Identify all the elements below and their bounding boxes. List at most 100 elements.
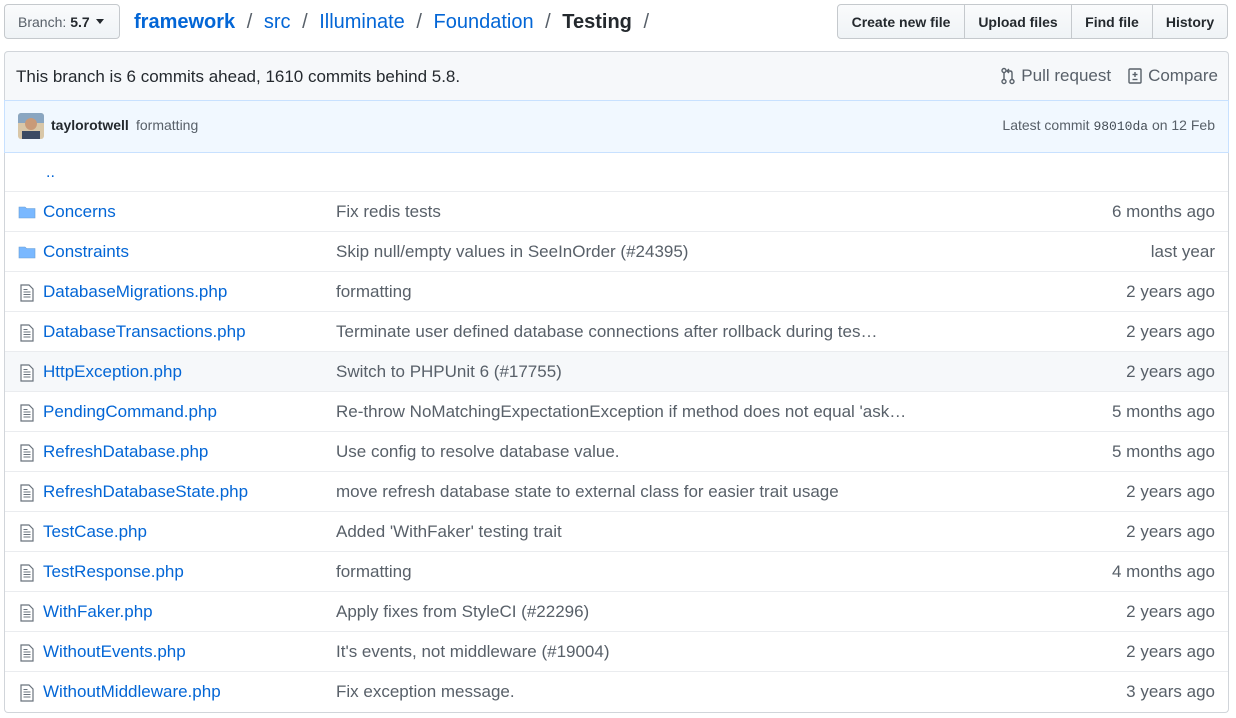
file-icon: [18, 324, 36, 342]
find-file-button[interactable]: Find file: [1071, 4, 1153, 39]
file-icon: [18, 284, 36, 302]
branch-name: 5.7: [70, 13, 90, 30]
file-commit-message[interactable]: move refresh database state to external …: [336, 482, 839, 502]
branch-status-text: This branch is 6 commits ahead, 1610 com…: [16, 67, 461, 86]
repo-header: Branch: 5.7 framework / src / Illuminate…: [0, 0, 1236, 46]
file-commit-message[interactable]: Skip null/empty values in SeeInOrder (#2…: [336, 242, 688, 262]
breadcrumb-separator: /: [302, 11, 308, 33]
file-icon: [18, 644, 36, 662]
file-commit-message[interactable]: Switch to PHPUnit 6 (#17755): [336, 362, 562, 382]
parent-directory-row: ..: [5, 153, 1228, 192]
file-row[interactable]: DatabaseMigrations.php formatting 2 years …: [5, 272, 1228, 312]
breadcrumb-separator: /: [416, 11, 422, 33]
file-name-link[interactable]: RefreshDatabase.php: [43, 442, 208, 462]
commit-author[interactable]: taylorotwell: [51, 117, 129, 133]
create-new-file-button[interactable]: Create new file: [837, 4, 965, 39]
file-age: 4 months ago: [1111, 562, 1215, 581]
file-age: last year: [1150, 242, 1215, 261]
file-name-link[interactable]: TestCase.php: [43, 522, 147, 542]
breadcrumb-separator: /: [246, 11, 253, 33]
avatar[interactable]: [18, 113, 44, 139]
file-commit-message[interactable]: Apply fixes from StyleCI (#22296): [336, 602, 589, 622]
file-icon: [18, 564, 36, 582]
file-commit-message[interactable]: formatting: [336, 562, 412, 582]
file-name-link[interactable]: Concerns: [43, 202, 116, 222]
file-age: 2 years ago: [1126, 322, 1215, 341]
file-name-link[interactable]: DatabaseMigrations.php: [43, 282, 227, 302]
file-commit-message[interactable]: Fix exception message.: [336, 682, 515, 702]
commit-date: on 12 Feb: [1151, 117, 1215, 133]
file-row[interactable]: WithoutEvents.php It's events, not middle…: [5, 632, 1228, 672]
file-age: 2 years ago: [1126, 482, 1215, 501]
breadcrumb-separator: /: [545, 11, 551, 33]
file-age: 2 years ago: [1126, 282, 1215, 301]
breadcrumb: framework / src / Illuminate / Foundatio…: [134, 8, 655, 36]
file-name-link[interactable]: DatabaseTransactions.php: [43, 322, 246, 342]
commit-message[interactable]: formatting: [136, 117, 198, 133]
file-age: 2 years ago: [1126, 602, 1215, 621]
file-commit-message[interactable]: Added 'WithFaker' testing trait: [336, 522, 562, 542]
file-age: 2 years ago: [1126, 522, 1215, 541]
file-row[interactable]: RefreshDatabaseState.php move refresh dat…: [5, 472, 1228, 512]
file-row[interactable]: HttpException.php Switch to PHPUnit 6 (#1…: [5, 352, 1228, 392]
file-commit-message[interactable]: Terminate user defined database connecti…: [336, 322, 877, 342]
file-icon: [18, 524, 36, 542]
file-actions: Create new file Upload files Find file H…: [837, 4, 1228, 39]
file-row[interactable]: RefreshDatabase.php Use config to resolve…: [5, 432, 1228, 472]
history-button[interactable]: History: [1152, 4, 1228, 39]
file-row[interactable]: WithFaker.php Apply fixes from StyleCI (#…: [5, 592, 1228, 632]
file-row[interactable]: TestCase.php Added 'WithFaker' testing tr…: [5, 512, 1228, 552]
file-icon: [18, 484, 36, 502]
file-age: 5 months ago: [1111, 402, 1215, 421]
branch-select-button[interactable]: Branch: 5.7: [4, 4, 120, 39]
file-name-link[interactable]: HttpException.php: [43, 362, 182, 382]
file-age: 5 months ago: [1111, 442, 1215, 461]
file-commit-message[interactable]: Fix redis tests: [336, 202, 441, 222]
file-name-link[interactable]: WithoutEvents.php: [43, 642, 186, 662]
file-commit-message[interactable]: Re-throw NoMatchingExpectationException …: [336, 402, 906, 422]
file-commit-message[interactable]: It's events, not middleware (#19004): [336, 642, 610, 662]
file-row[interactable]: Concerns Fix redis tests 6 months ago: [5, 192, 1228, 232]
latest-commit-info: Latest commit 98010da on 12 Feb: [1002, 117, 1215, 134]
breadcrumb-separator: /: [643, 11, 650, 33]
breadcrumb-current: Testing: [562, 11, 632, 33]
file-row[interactable]: WithoutMiddleware.php Fix exception messa…: [5, 672, 1228, 712]
branch-status-bar: This branch is 6 commits ahead, 1610 com…: [4, 51, 1229, 100]
compare-icon: [1128, 68, 1142, 84]
file-row[interactable]: DatabaseTransactions.php Terminate user d…: [5, 312, 1228, 352]
file-name-link[interactable]: RefreshDatabaseState.php: [43, 482, 248, 502]
latest-commit-bar: taylorotwell formatting Latest commit 98…: [4, 100, 1229, 153]
latest-commit-prefix: Latest commit: [1002, 117, 1090, 133]
pull-request-link[interactable]: Pull request: [1000, 66, 1111, 86]
pull-request-label: Pull request: [1021, 66, 1112, 85]
file-row[interactable]: Constraints Skip null/empty values in See…: [5, 232, 1228, 272]
folder-icon: [18, 244, 36, 260]
file-commit-message[interactable]: Use config to resolve database value.: [336, 442, 620, 462]
file-icon: [18, 444, 36, 462]
file-name-link[interactable]: WithoutMiddleware.php: [43, 682, 221, 702]
breadcrumb-item-src[interactable]: src: [264, 11, 291, 33]
pull-request-icon: [1001, 67, 1015, 85]
file-name-link[interactable]: Constraints: [43, 242, 129, 262]
file-age: 2 years ago: [1126, 362, 1215, 381]
upload-files-button[interactable]: Upload files: [964, 4, 1072, 39]
file-name-link[interactable]: TestResponse.php: [43, 562, 184, 582]
file-commit-message[interactable]: formatting: [336, 282, 412, 302]
file-row[interactable]: PendingCommand.php Re-throw NoMatchingExp…: [5, 392, 1228, 432]
file-row[interactable]: TestResponse.php formatting 4 months ago: [5, 552, 1228, 592]
parent-directory-link[interactable]: ..: [46, 164, 55, 182]
compare-link[interactable]: Compare: [1127, 66, 1218, 86]
file-age: 2 years ago: [1126, 642, 1215, 661]
file-name-link[interactable]: WithFaker.php: [43, 602, 153, 622]
file-list: .. Concerns Fix redis tests 6 months ago Co…: [4, 153, 1229, 713]
branch-label: Branch:: [18, 13, 67, 30]
file-name-link[interactable]: PendingCommand.php: [43, 402, 217, 422]
file-icon: [18, 604, 36, 622]
folder-icon: [18, 204, 36, 220]
commit-sha[interactable]: 98010da: [1093, 119, 1148, 134]
breadcrumb-item-foundation[interactable]: Foundation: [434, 11, 534, 33]
breadcrumb-item-illuminate[interactable]: Illuminate: [319, 11, 405, 33]
file-icon: [18, 404, 36, 422]
breadcrumb-item-framework[interactable]: framework: [134, 11, 235, 33]
file-age: 3 years ago: [1126, 682, 1215, 701]
